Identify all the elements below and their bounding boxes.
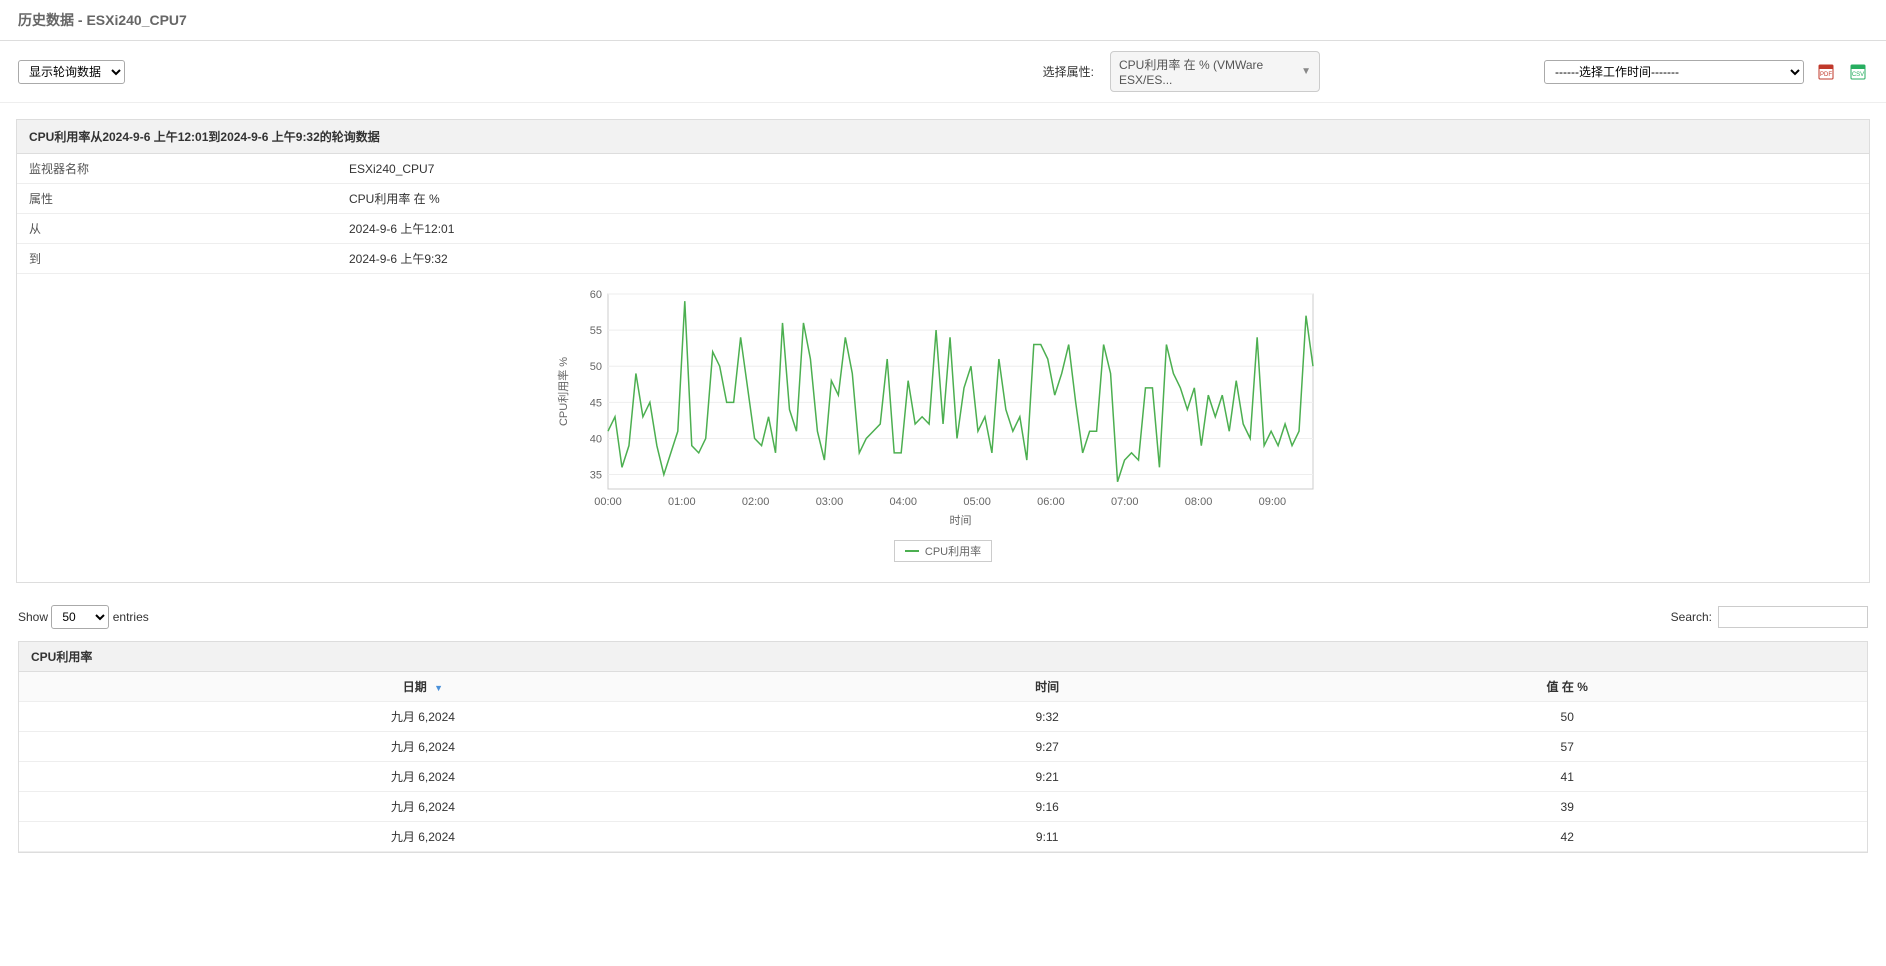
svg-text:09:00: 09:00 (1259, 496, 1287, 508)
svg-text:04:00: 04:00 (890, 496, 918, 508)
section-title: CPU利用率从2024-9-6 上午12:01到2024-9-6 上午9:32的… (17, 120, 1869, 154)
info-value: 2024-9-6 上午12:01 (337, 214, 1869, 244)
chart-svg: 35 40 45 50 55 60 00:00 01:00 02:00 03:00 04:00 05:… (553, 284, 1333, 534)
table-cell: 九月 6,2024 (19, 732, 827, 762)
svg-text:50: 50 (590, 361, 602, 373)
search-label: Search: (1671, 610, 1712, 624)
toolbar: 显示轮询数据 选择属性: CPU利用率 在 % (VMWare ESX/ES..… (0, 41, 1886, 103)
select-attr-label: 选择属性: (1043, 63, 1094, 80)
search-input[interactable] (1718, 606, 1868, 628)
table-cell: 57 (1267, 732, 1867, 762)
info-table: 监视器名称ESXi240_CPU7属性CPU利用率 在 %从2024-9-6 上… (17, 154, 1869, 274)
table-cell: 九月 6,2024 (19, 762, 827, 792)
info-label: 属性 (17, 184, 337, 214)
table-row: 九月 6,20249:1142 (19, 822, 1867, 852)
table-row: 九月 6,20249:3250 (19, 702, 1867, 732)
svg-text:01:00: 01:00 (668, 496, 696, 508)
entries-label: entries (113, 610, 149, 624)
table-cell: 9:32 (827, 702, 1268, 732)
info-value: CPU利用率 在 % (337, 184, 1869, 214)
display-poll-select[interactable]: 显示轮询数据 (18, 60, 125, 84)
table-cell: 九月 6,2024 (19, 792, 827, 822)
info-label: 监视器名称 (17, 154, 337, 184)
page-title: 历史数据 - ESXi240_CPU7 (0, 0, 1886, 41)
attribute-select-value: CPU利用率 在 % (VMWare ESX/ES... (1119, 56, 1301, 87)
svg-text:60: 60 (590, 289, 602, 301)
data-table: 日期 ▼时间值 在 % 九月 6,20249:3250九月 6,20249:27… (19, 672, 1867, 852)
svg-text:05:00: 05:00 (963, 496, 991, 508)
chevron-down-icon: ▼ (1301, 66, 1311, 77)
attribute-select[interactable]: CPU利用率 在 % (VMWare ESX/ES... ▼ (1110, 51, 1320, 92)
column-header[interactable]: 时间 (827, 672, 1268, 702)
table-row: 九月 6,20249:1639 (19, 792, 1867, 822)
svg-text:02:00: 02:00 (742, 496, 770, 508)
info-value: 2024-9-6 上午9:32 (337, 244, 1869, 274)
table-cell: 50 (1267, 702, 1867, 732)
svg-text:40: 40 (590, 433, 602, 445)
entries-row: Show 50 entries Search: (0, 599, 1886, 635)
table-cell: 9:27 (827, 732, 1268, 762)
table-cell: 9:21 (827, 762, 1268, 792)
column-header[interactable]: 日期 ▼ (19, 672, 827, 702)
info-value: ESXi240_CPU7 (337, 154, 1869, 184)
svg-text:08:00: 08:00 (1185, 496, 1213, 508)
table-cell: 九月 6,2024 (19, 702, 827, 732)
svg-text:PDF: PDF (1820, 72, 1832, 78)
table-cell: 九月 6,2024 (19, 822, 827, 852)
table-row: 九月 6,20249:2757 (19, 732, 1867, 762)
svg-text:时间: 时间 (950, 514, 972, 527)
svg-text:45: 45 (590, 397, 602, 409)
sort-indicator-icon: ▼ (434, 683, 443, 693)
table-cell: 9:11 (827, 822, 1268, 852)
poll-data-section: CPU利用率从2024-9-6 上午12:01到2024-9-6 上午9:32的… (16, 119, 1870, 583)
svg-text:00:00: 00:00 (594, 496, 622, 508)
svg-text:07:00: 07:00 (1111, 496, 1139, 508)
svg-text:CSV: CSV (1852, 72, 1864, 78)
svg-text:35: 35 (590, 470, 602, 482)
table-cell: 39 (1267, 792, 1867, 822)
svg-text:CPU利用率 %: CPU利用率 % (556, 357, 570, 426)
export-pdf-icon[interactable]: PDF (1816, 62, 1836, 82)
legend-label: CPU利用率 (925, 543, 981, 559)
table-cell: 41 (1267, 762, 1867, 792)
export-csv-icon[interactable]: CSV (1848, 62, 1868, 82)
chart-legend: CPU利用率 (894, 540, 992, 562)
table-cell: 9:16 (827, 792, 1268, 822)
page-size-select[interactable]: 50 (51, 605, 109, 629)
worktime-select[interactable]: ------选择工作时间------- (1544, 60, 1804, 84)
data-section: CPU利用率 日期 ▼时间值 在 % 九月 6,20249:3250九月 6,2… (18, 641, 1868, 853)
svg-text:06:00: 06:00 (1037, 496, 1065, 508)
legend-line-icon (905, 550, 919, 552)
svg-text:03:00: 03:00 (816, 496, 844, 508)
info-label: 到 (17, 244, 337, 274)
column-header[interactable]: 值 在 % (1267, 672, 1867, 702)
info-label: 从 (17, 214, 337, 244)
data-table-title: CPU利用率 (19, 642, 1867, 672)
table-row: 九月 6,20249:2141 (19, 762, 1867, 792)
chart-container: 35 40 45 50 55 60 00:00 01:00 02:00 03:00 04:00 05:… (17, 274, 1869, 582)
table-cell: 42 (1267, 822, 1867, 852)
svg-text:55: 55 (590, 325, 602, 337)
show-label: Show (18, 610, 48, 624)
